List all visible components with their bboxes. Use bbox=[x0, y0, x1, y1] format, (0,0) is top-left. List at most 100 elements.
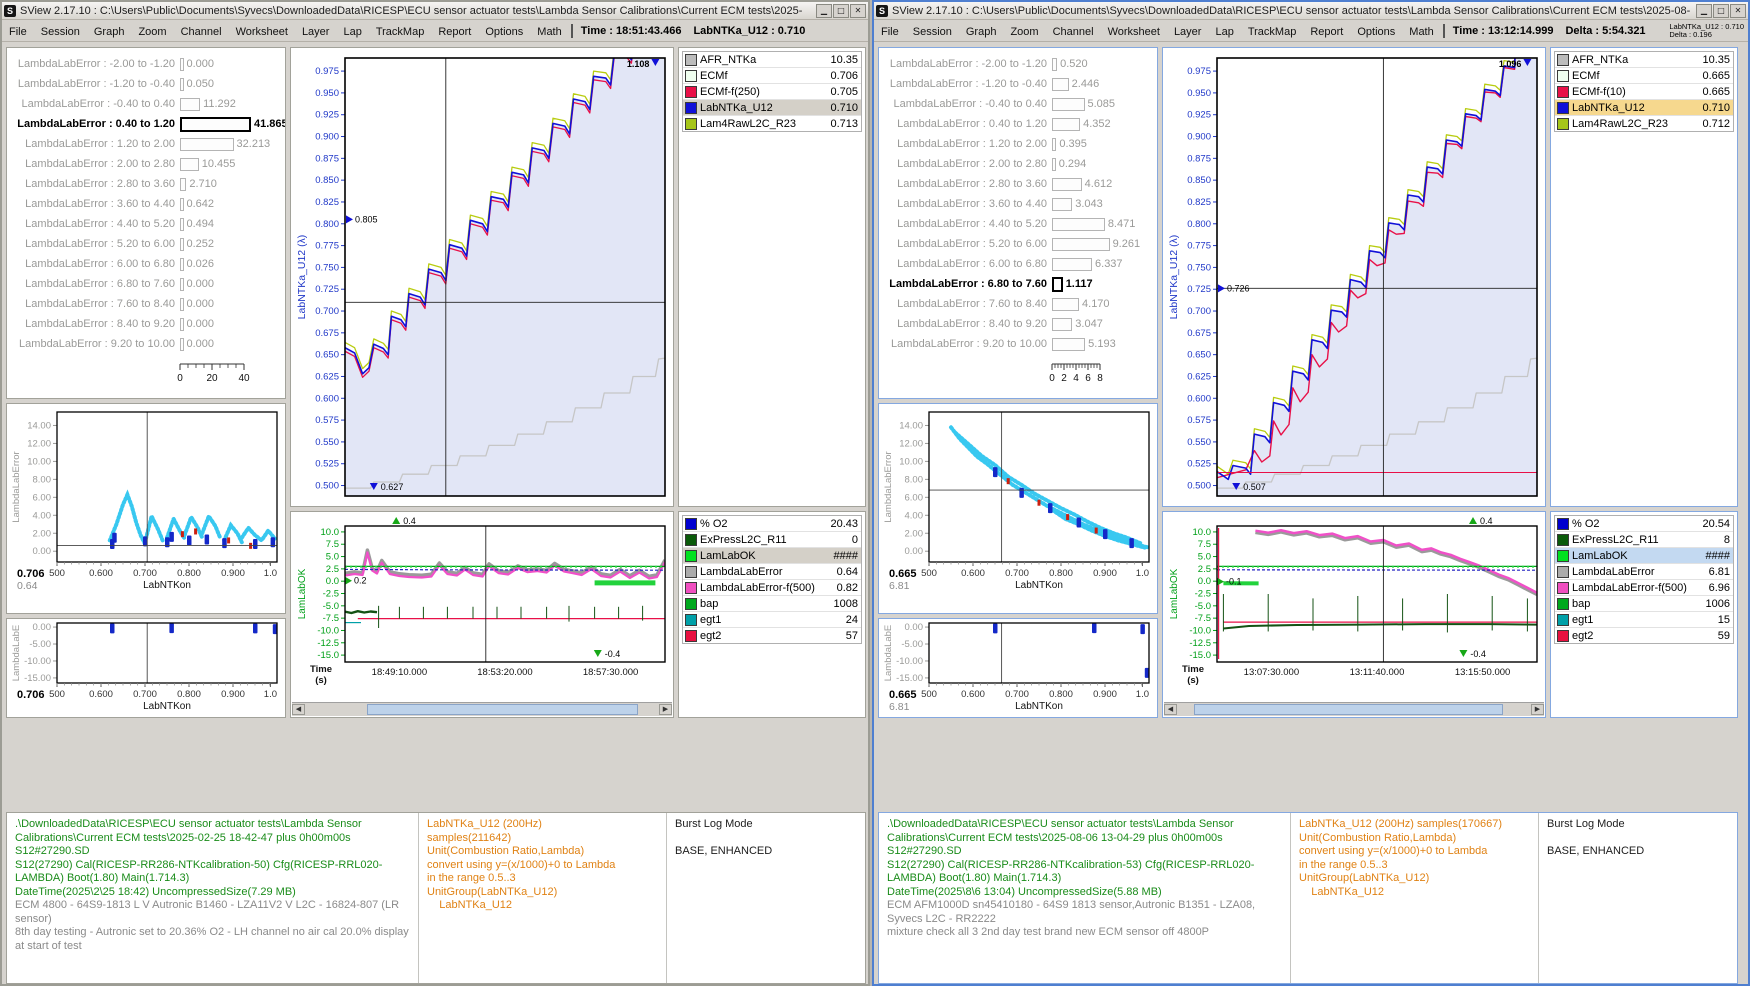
titlebar[interactable]: S SView 2.17.10 : C:\Users\Public\Docume… bbox=[874, 2, 1748, 20]
legend-row-ecmf-f-10-[interactable]: ECMf-f(10)0.665 bbox=[1555, 84, 1733, 100]
histogram-row[interactable]: LambdaLabError : 1.20 to 2.0032.213 bbox=[7, 134, 285, 154]
menu-layer[interactable]: Layer bbox=[295, 24, 337, 40]
legend-row-bap[interactable]: bap1008 bbox=[683, 596, 861, 612]
legend-row-expressl2c-r11[interactable]: ExPressL2C_R110 bbox=[683, 532, 861, 548]
legend-row-lamlabok[interactable]: LamLabOK#### bbox=[683, 548, 861, 564]
legend-row-labntka-u12[interactable]: LabNTKa_U120.710 bbox=[1555, 100, 1733, 116]
close-button[interactable]: ✕ bbox=[850, 4, 866, 18]
menu-options[interactable]: Options bbox=[478, 24, 530, 40]
legend-row-labntka-u12[interactable]: LabNTKa_U120.710 bbox=[683, 100, 861, 116]
histogram-row[interactable]: LambdaLabError : 3.60 to 4.403.043 bbox=[879, 194, 1157, 214]
minimize-button[interactable]: ▁ bbox=[816, 4, 832, 18]
legend-row-afr-ntka[interactable]: AFR_NTKa10.35 bbox=[683, 52, 861, 68]
menu-trackmap[interactable]: TrackMap bbox=[369, 24, 432, 40]
histogram-row[interactable]: LambdaLabError : 0.40 to 1.204.352 bbox=[879, 114, 1157, 134]
menu-report[interactable]: Report bbox=[431, 24, 478, 40]
menu-math[interactable]: Math bbox=[1402, 24, 1440, 40]
legend-row-lambdalaberror[interactable]: LambdaLabError6.81 bbox=[1555, 564, 1733, 580]
close-button[interactable]: ✕ bbox=[1730, 4, 1746, 18]
menu-math[interactable]: Math bbox=[530, 24, 568, 40]
histogram-row[interactable]: LambdaLabError : -2.00 to -1.200.520 bbox=[879, 54, 1157, 74]
menu-zoom[interactable]: Zoom bbox=[1003, 24, 1045, 40]
histogram-row[interactable]: LambdaLabError : 5.20 to 6.009.261 bbox=[879, 234, 1157, 254]
histogram-row[interactable]: LambdaLabError : -0.40 to 0.405.085 bbox=[879, 94, 1157, 114]
histogram-row[interactable]: LambdaLabError : -1.20 to -0.402.446 bbox=[879, 74, 1157, 94]
menu-graph[interactable]: Graph bbox=[959, 24, 1004, 40]
time-chart-svg[interactable]: 10.07.55.02.50.0-2.5-5.0-7.5-10.0-12.5-1… bbox=[291, 512, 673, 702]
histogram-row[interactable]: LambdaLabError : 0.40 to 1.2041.865 bbox=[7, 114, 285, 134]
scrollbar-thumb[interactable] bbox=[1194, 704, 1503, 715]
scatter2-svg[interactable]: 0.00-5.00-10.00-15.00LambdaLabE5000.6000… bbox=[7, 619, 285, 717]
scatter-error2-vs-labntkon[interactable]: 0.00-5.00-10.00-15.00LambdaLabE5000.6000… bbox=[6, 618, 286, 718]
histogram-row[interactable]: LambdaLabError : 1.20 to 2.000.395 bbox=[879, 134, 1157, 154]
maximize-button[interactable]: □ bbox=[1713, 4, 1729, 18]
histogram-row[interactable]: LambdaLabError : 6.00 to 6.800.026 bbox=[7, 254, 285, 274]
histogram-row[interactable]: LambdaLabError : -1.20 to -0.400.050 bbox=[7, 74, 285, 94]
histogram-row[interactable]: LambdaLabError : 9.20 to 10.000.000 bbox=[7, 334, 285, 354]
histogram-row[interactable]: LambdaLabError : 2.80 to 3.604.612 bbox=[879, 174, 1157, 194]
histogram-row[interactable]: LambdaLabError : 2.80 to 3.602.710 bbox=[7, 174, 285, 194]
histogram-row[interactable]: LambdaLabError : 4.40 to 5.200.494 bbox=[7, 214, 285, 234]
main-chart-svg[interactable]: 0.9750.9500.9250.9000.8750.8500.8250.800… bbox=[291, 48, 673, 506]
scrollbar-thumb[interactable] bbox=[367, 704, 638, 715]
menu-channel[interactable]: Channel bbox=[174, 24, 229, 40]
scroll-right-arrow[interactable]: ▶ bbox=[659, 704, 672, 715]
main-lambda-chart[interactable]: 0.9750.9500.9250.9000.8750.8500.8250.800… bbox=[290, 47, 674, 507]
legend-row-lam4rawl2c-r23[interactable]: Lam4RawL2C_R230.713 bbox=[683, 116, 861, 131]
titlebar[interactable]: S SView 2.17.10 : C:\Users\Public\Docume… bbox=[2, 2, 868, 20]
scatter2-svg[interactable]: 0.00-5.00-10.00-15.00LambdaLabE5000.6000… bbox=[879, 619, 1157, 717]
minimize-button[interactable]: ▁ bbox=[1696, 4, 1712, 18]
legend-row-ecmf-f-250-[interactable]: ECMf-f(250)0.705 bbox=[683, 84, 861, 100]
horizontal-scrollbar[interactable]: ◀▶ bbox=[292, 702, 672, 716]
legend-row-egt2[interactable]: egt259 bbox=[1555, 628, 1733, 643]
legend-row-lamlabok[interactable]: LamLabOK#### bbox=[1555, 548, 1733, 564]
main-lambda-chart[interactable]: 0.9750.9500.9250.9000.8750.8500.8250.800… bbox=[1162, 47, 1546, 507]
legend-row-lambdalaberror[interactable]: LambdaLabError0.64 bbox=[683, 564, 861, 580]
histogram-row[interactable]: LambdaLabError : 8.40 to 9.203.047 bbox=[879, 314, 1157, 334]
time-series-chart[interactable]: 10.07.55.02.50.0-2.5-5.0-7.5-10.0-12.5-1… bbox=[290, 511, 674, 718]
legend-row-afr-ntka[interactable]: AFR_NTKa10.35 bbox=[1555, 52, 1733, 68]
legend-row-ecmf[interactable]: ECMf0.665 bbox=[1555, 68, 1733, 84]
menu-trackmap[interactable]: TrackMap bbox=[1241, 24, 1304, 40]
main-chart-svg[interactable]: 0.9750.9500.9250.9000.8750.8500.8250.800… bbox=[1163, 48, 1545, 506]
histogram-row[interactable]: LambdaLabError : -0.40 to 0.4011.292 bbox=[7, 94, 285, 114]
menu-layer[interactable]: Layer bbox=[1167, 24, 1209, 40]
histogram-row[interactable]: LambdaLabError : 2.00 to 2.8010.455 bbox=[7, 154, 285, 174]
menu-lap[interactable]: Lap bbox=[1208, 24, 1240, 40]
histogram-row[interactable]: LambdaLabError : 4.40 to 5.208.471 bbox=[879, 214, 1157, 234]
scroll-left-arrow[interactable]: ◀ bbox=[1164, 704, 1177, 715]
legend-row-egt2[interactable]: egt257 bbox=[683, 628, 861, 643]
legend-row-lam4rawl2c-r23[interactable]: Lam4RawL2C_R230.712 bbox=[1555, 116, 1733, 131]
histogram-row[interactable]: LambdaLabError : -2.00 to -1.200.000 bbox=[7, 54, 285, 74]
menu-channel[interactable]: Channel bbox=[1046, 24, 1101, 40]
menu-file[interactable]: File bbox=[2, 24, 34, 40]
histogram-row[interactable]: LambdaLabError : 5.20 to 6.000.252 bbox=[7, 234, 285, 254]
histogram-row[interactable]: LambdaLabError : 8.40 to 9.200.000 bbox=[7, 314, 285, 334]
menu-session[interactable]: Session bbox=[34, 24, 87, 40]
menu-lap[interactable]: Lap bbox=[336, 24, 368, 40]
scatter-error-vs-labntkon[interactable]: 14.0012.0010.008.006.004.002.000.00Lambd… bbox=[878, 403, 1158, 614]
legend-row-ecmf[interactable]: ECMf0.706 bbox=[683, 68, 861, 84]
legend-row-lambdalaberror-f-500-[interactable]: LambdaLabError-f(500)6.96 bbox=[1555, 580, 1733, 596]
legend-row-egt1[interactable]: egt124 bbox=[683, 612, 861, 628]
time-chart-svg[interactable]: 10.07.55.02.50.0-2.5-5.0-7.5-10.0-12.5-1… bbox=[1163, 512, 1545, 702]
menu-graph[interactable]: Graph bbox=[87, 24, 132, 40]
histogram-row[interactable]: LambdaLabError : 3.60 to 4.400.642 bbox=[7, 194, 285, 214]
time-series-chart[interactable]: 10.07.55.02.50.0-2.5-5.0-7.5-10.0-12.5-1… bbox=[1162, 511, 1546, 718]
histogram-row[interactable]: LambdaLabError : 6.00 to 6.806.337 bbox=[879, 254, 1157, 274]
menu-worksheet[interactable]: Worksheet bbox=[229, 24, 295, 40]
horizontal-scrollbar[interactable]: ◀▶ bbox=[1164, 702, 1544, 716]
menu-session[interactable]: Session bbox=[906, 24, 959, 40]
histogram-row[interactable]: LambdaLabError : 6.80 to 7.600.000 bbox=[7, 274, 285, 294]
scatter1-svg[interactable]: 14.0012.0010.008.006.004.002.000.00Lambd… bbox=[879, 404, 1157, 613]
scroll-right-arrow[interactable]: ▶ bbox=[1531, 704, 1544, 715]
legend-row-expressl2c-r11[interactable]: ExPressL2C_R118 bbox=[1555, 532, 1733, 548]
legend-row-egt1[interactable]: egt115 bbox=[1555, 612, 1733, 628]
scatter1-svg[interactable]: 14.0012.0010.008.006.004.002.000.00Lambd… bbox=[7, 404, 285, 613]
scatter-error2-vs-labntkon[interactable]: 0.00-5.00-10.00-15.00LambdaLabE5000.6000… bbox=[878, 618, 1158, 718]
menu-worksheet[interactable]: Worksheet bbox=[1101, 24, 1167, 40]
maximize-button[interactable]: □ bbox=[833, 4, 849, 18]
menu-options[interactable]: Options bbox=[1350, 24, 1402, 40]
histogram-row[interactable]: LambdaLabError : 9.20 to 10.005.193 bbox=[879, 334, 1157, 354]
histogram-row[interactable]: LambdaLabError : 6.80 to 7.601.117 bbox=[879, 274, 1157, 294]
